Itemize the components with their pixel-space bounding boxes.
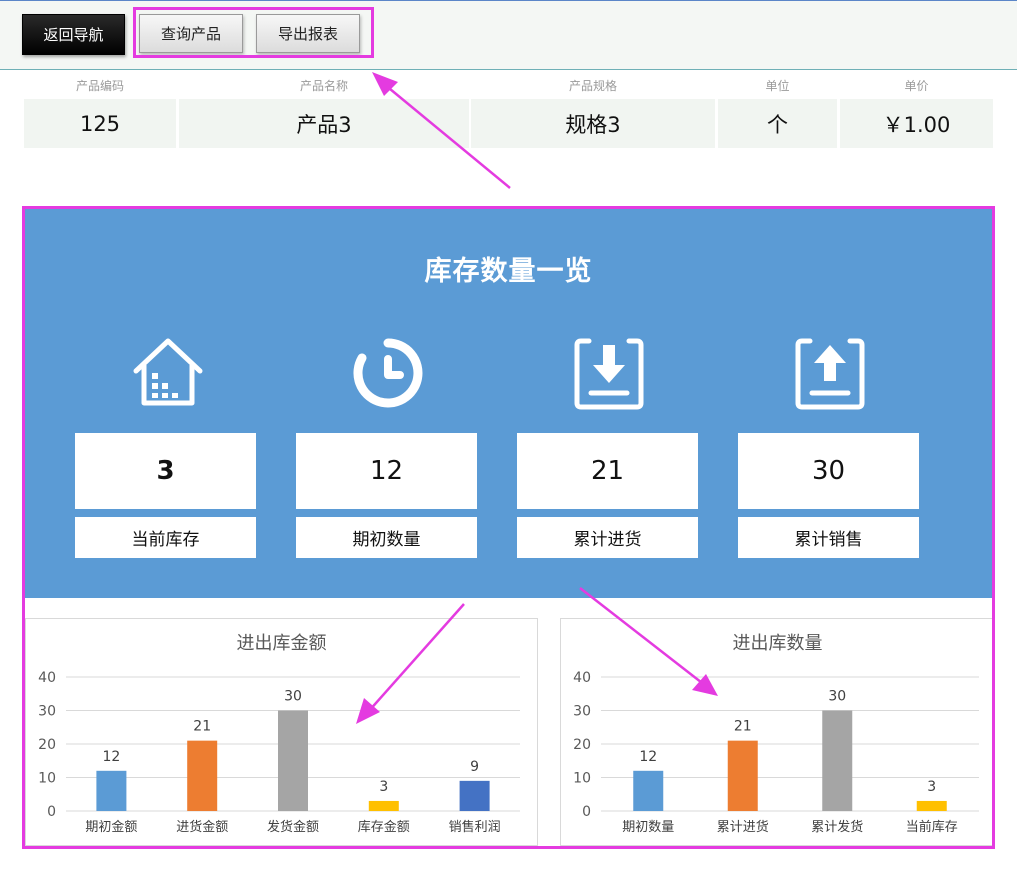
x-tick-label: 库存金额: [358, 819, 410, 835]
amount-chart-plot: 0 10 20 30 40 12 期初金额 21 进货金额 30 发货金额 3 库存金额 9 销售利润: [38, 670, 520, 835]
data-label: 21: [734, 719, 752, 735]
download-box-icon: [574, 338, 644, 410]
x-tick-label: 期初数量: [622, 820, 674, 835]
export-report-button[interactable]: 导出报表: [256, 14, 360, 53]
quantity-chart: 进出库数量 0 10 20 30 40 12 期初数量 21 累计进货 30 累计发货 3 当前库存: [560, 618, 995, 846]
inventory-overview-title: 库存数量一览: [424, 256, 593, 287]
y-tick-label: 20: [38, 737, 56, 753]
total-purchase-value: 21: [517, 433, 698, 509]
product-spec-value: 规格3: [471, 99, 715, 148]
total-purchase-label: 累计进货: [517, 517, 698, 558]
y-tick-label: 30: [573, 704, 591, 720]
bar: [96, 770, 127, 811]
data-label: 12: [639, 749, 657, 765]
data-label: 9: [470, 759, 479, 775]
opening-quantity-label: 期初数量: [296, 517, 477, 558]
current-stock-value: 3: [75, 433, 256, 509]
data-label: 30: [284, 689, 302, 705]
data-label: 3: [379, 779, 388, 795]
data-label: 21: [193, 719, 211, 735]
bar: [187, 740, 218, 811]
header-product-spec: 产品规格: [568, 79, 617, 93]
header-unit-price: 单价: [904, 79, 929, 93]
x-tick-label: 发货金额: [267, 819, 319, 835]
amount-chart: 进出库金额 0 10 20 30 40 12 期初金额 21 进货金额 30 发货金额 3 库存金额 9 销…: [25, 618, 538, 846]
y-tick-label: 20: [573, 737, 591, 753]
x-tick-label: 销售利润: [449, 819, 501, 835]
bar: [822, 710, 853, 811]
total-sales-value: 30: [738, 433, 919, 509]
x-tick-label: 累计进货: [717, 819, 769, 835]
upload-box-icon: [795, 338, 865, 410]
data-label: 3: [927, 779, 936, 795]
bar: [916, 800, 947, 811]
inventory-overview-panel: 库存数量一览 3 12 21 30 当前库存 期初数量 累计进货 累计销售: [25, 209, 992, 598]
warehouse-icon: [133, 338, 203, 406]
current-stock-label: 当前库存: [75, 517, 256, 558]
y-tick-label: 40: [573, 670, 591, 686]
x-tick-label: 期初金额: [85, 819, 137, 835]
bar: [633, 770, 664, 811]
header-product-name: 产品名称: [299, 79, 348, 93]
toolbar: 返回导航 查询产品 导出报表: [0, 0, 1017, 70]
header-product-code: 产品编码: [75, 79, 124, 93]
data-label: 30: [828, 689, 846, 705]
bar: [278, 710, 308, 811]
x-tick-label: 当前库存: [906, 819, 958, 835]
product-code-value: 125: [24, 99, 176, 148]
query-product-button[interactable]: 查询产品: [139, 14, 243, 53]
bar: [727, 740, 758, 811]
opening-quantity-value: 12: [296, 433, 477, 509]
bar: [459, 780, 490, 811]
data-label: 12: [102, 749, 120, 765]
unit-value: 个: [718, 99, 837, 148]
y-tick-label: 0: [582, 804, 591, 820]
x-tick-label: 累计发货: [811, 819, 863, 835]
y-tick-label: 40: [38, 670, 56, 686]
total-sales-label: 累计销售: [738, 517, 919, 558]
back-to-nav-button[interactable]: 返回导航: [22, 14, 125, 55]
y-tick-label: 10: [573, 771, 591, 787]
header-unit: 单位: [765, 79, 790, 93]
y-tick-label: 30: [38, 704, 56, 720]
product-name-value: 产品3: [179, 99, 469, 148]
y-tick-label: 10: [38, 771, 56, 787]
x-tick-label: 进货金额: [176, 819, 228, 835]
unit-price-value: ￥1.00: [840, 99, 993, 148]
quantity-chart-plot: 0 10 20 30 40 12 期初数量 21 累计进货 30 累计发货 3 当前库存: [573, 670, 979, 835]
clock-icon: [353, 338, 423, 408]
y-tick-label: 0: [47, 804, 56, 820]
bar: [368, 800, 399, 811]
